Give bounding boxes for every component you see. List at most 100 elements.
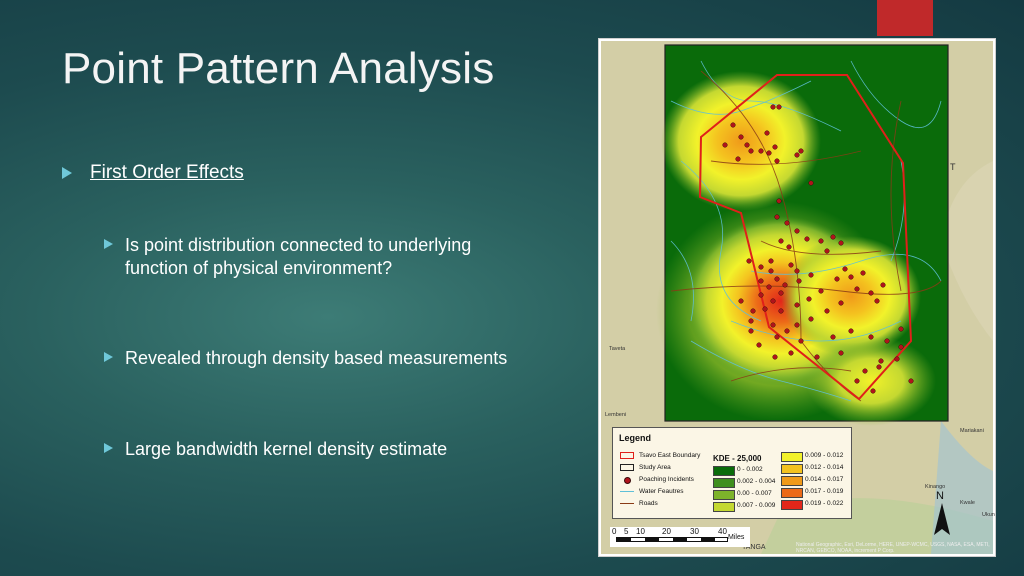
poaching-incident-marker: [876, 364, 882, 370]
map-attribution: National Geographic, Esri, DeLorme, HERE…: [796, 542, 990, 554]
poaching-incident-marker: [758, 292, 764, 298]
poaching-incident-marker: [898, 326, 904, 332]
scale-tick-label: 30: [690, 527, 699, 536]
poaching-incident-marker: [868, 334, 874, 340]
poaching-incident-marker: [744, 142, 750, 148]
poaching-incident-marker: [824, 308, 830, 314]
poaching-incident-marker: [818, 238, 824, 244]
poaching-incident-marker: [746, 258, 752, 264]
poaching-point-icon: [624, 477, 631, 484]
scale-tick-label: 40: [718, 527, 727, 536]
kde-class-swatch: [713, 502, 735, 512]
place-label: Lembeni: [605, 412, 627, 418]
poaching-incident-marker: [766, 284, 772, 290]
poaching-incident-marker: [838, 240, 844, 246]
boundary-swatch: [620, 452, 634, 459]
poaching-incident-marker: [898, 344, 904, 350]
place-label: T: [950, 162, 956, 172]
poaching-incident-marker: [778, 238, 784, 244]
poaching-incident-marker: [880, 282, 886, 288]
place-label: Kinango: [925, 484, 946, 490]
poaching-incident-marker: [884, 338, 890, 344]
poaching-incident-marker: [868, 290, 874, 296]
poaching-incident-marker: [824, 248, 830, 254]
poaching-incident-marker: [778, 308, 784, 314]
poaching-incident-marker: [776, 104, 782, 110]
poaching-incident-marker: [838, 350, 844, 356]
poaching-incident-marker: [848, 274, 854, 280]
poaching-incident-marker: [762, 306, 768, 312]
north-label: N: [936, 490, 944, 502]
poaching-incident-marker: [774, 276, 780, 282]
scale-tick-label: 0: [612, 527, 617, 536]
poaching-incident-marker: [808, 272, 814, 278]
place-label: Ukun: [982, 512, 995, 518]
poaching-incident-marker: [814, 354, 820, 360]
poaching-incident-marker: [794, 322, 800, 328]
kde-class-swatch: [713, 466, 735, 476]
poaching-incident-marker: [750, 308, 756, 314]
poaching-incident-marker: [854, 286, 860, 292]
sub-bullet-text: Revealed through density based measureme…: [125, 348, 508, 368]
poaching-incident-marker: [748, 318, 754, 324]
poaching-incident-marker: [770, 298, 776, 304]
poaching-incident-marker: [784, 220, 790, 226]
poaching-incident-marker: [748, 328, 754, 334]
poaching-incident-marker: [735, 156, 741, 162]
poaching-incident-marker: [838, 300, 844, 306]
kde-title: KDE - 25,000: [713, 454, 762, 463]
poaching-incident-marker: [784, 328, 790, 334]
poaching-incident-marker: [798, 338, 804, 344]
accent-bar: [877, 0, 933, 36]
scale-tick-label: 5: [624, 527, 629, 536]
map-legend: Legend Tsavo East Boundary Study Area Po…: [612, 427, 852, 519]
poaching-incident-marker: [830, 234, 836, 240]
poaching-incident-marker: [758, 148, 764, 154]
study-area-swatch: [620, 464, 634, 471]
poaching-incident-marker: [878, 358, 884, 364]
poaching-incident-marker: [738, 298, 744, 304]
kde-class-swatch: [781, 452, 803, 462]
first-order-effects-link[interactable]: First Order Effects: [90, 162, 244, 184]
kde-class-swatch: [781, 476, 803, 486]
poaching-incident-marker: [748, 148, 754, 154]
bullet-arrow-icon: [104, 443, 113, 453]
poaching-incident-marker: [808, 180, 814, 186]
poaching-incident-marker: [776, 198, 782, 204]
bullet-arrow-icon: [104, 352, 113, 362]
poaching-incident-marker: [730, 122, 736, 128]
poaching-incident-marker: [862, 368, 868, 374]
scale-tick-label: 20: [662, 527, 671, 536]
poaching-incident-marker: [764, 130, 770, 136]
place-label: Mariakani: [960, 428, 984, 434]
poaching-incident-marker: [794, 228, 800, 234]
poaching-incident-marker: [788, 350, 794, 356]
poaching-incident-marker: [798, 148, 804, 154]
kde-class-label: 0.017 - 0.019: [805, 488, 844, 495]
sub-bullet-1: Is point distribution connected to under…: [104, 234, 524, 280]
legend-item: Tsavo East Boundary: [639, 452, 701, 459]
poaching-incident-marker: [786, 244, 792, 250]
poaching-incident-marker: [794, 152, 800, 158]
poaching-incident-marker: [860, 270, 866, 276]
scale-unit: Miles: [728, 534, 745, 541]
scale-bar: 0 5 10 20 30 40 Miles: [610, 527, 750, 547]
kde-class-swatch: [781, 500, 803, 510]
poaching-incident-marker: [794, 268, 800, 274]
poaching-incident-marker: [722, 142, 728, 148]
kde-class-label: 0.012 - 0.014: [805, 464, 844, 471]
poaching-incident-marker: [830, 334, 836, 340]
place-label: Kwale: [960, 500, 975, 506]
kde-class-label: 0.007 - 0.009: [737, 502, 776, 509]
poaching-incident-marker: [772, 354, 778, 360]
road-line-swatch: [620, 503, 634, 504]
poaching-incident-marker: [774, 334, 780, 340]
kde-class-label: 0 - 0.002: [737, 466, 763, 473]
scale-bar-graphic: [616, 537, 728, 542]
poaching-incident-marker: [774, 214, 780, 220]
poaching-incident-marker: [768, 268, 774, 274]
legend-item: Poaching Incidents: [639, 476, 694, 483]
kde-class-swatch: [713, 490, 735, 500]
sub-bullet-2: Revealed through density based measureme…: [104, 347, 524, 370]
poaching-incident-marker: [818, 288, 824, 294]
